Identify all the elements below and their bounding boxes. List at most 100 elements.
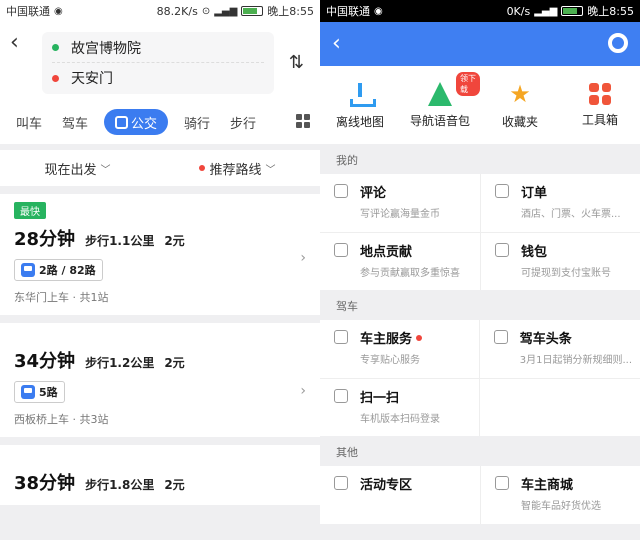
bus-line-tag: 5路 — [14, 381, 65, 403]
favorites-button[interactable]: ★ 收藏夹 — [480, 66, 560, 144]
battery-icon — [561, 6, 584, 16]
wallet-title: 钱包 — [521, 245, 548, 260]
route-card[interactable]: 38分钟 步行1.8公里 2元 — [0, 445, 320, 505]
boarding-stop: 东华门上车 — [14, 291, 69, 304]
filter-bar: 现在出发 ﹀ 推荐路线 ﹀ — [0, 150, 320, 186]
drive-section: 车主服务 专享贴心服务 驾车头条 3月1日起销分新规细则... 扫一扫 车机版本… — [320, 320, 640, 436]
origin-text: 故宫博物院 — [71, 40, 141, 57]
destination-dot-icon — [52, 74, 59, 82]
toolbox-icon — [589, 82, 611, 105]
comment-icon — [334, 184, 348, 198]
route-preference-filter[interactable]: 推荐路线 ﹀ — [199, 159, 276, 178]
car-mall-title: 车主商城 — [521, 478, 574, 493]
place-contribution-item[interactable]: 地点贡献 参与贡献赢取多重惊喜 — [320, 232, 480, 290]
route-duration: 28分钟 — [14, 229, 76, 250]
fare: 2元 — [164, 356, 185, 370]
mine-section: 评论 写评论赢海量金币 订单 酒店、门票、火车票... 地点贡献 参与贡献赢取多… — [320, 174, 640, 290]
bus-icon — [114, 115, 128, 129]
orders-item[interactable]: 订单 酒店、门票、火车票... — [480, 174, 640, 232]
walk-distance: 步行1.2公里 — [85, 356, 155, 370]
section-label-drive: 驾车 — [336, 300, 358, 313]
section-label-other: 其他 — [336, 446, 358, 459]
carrier-label: 中国联通 — [6, 5, 50, 18]
drive-news-title: 驾车头条 — [519, 332, 572, 347]
fastest-badge: 最快 — [14, 202, 46, 219]
toolbox-label: 工具箱 — [581, 112, 618, 127]
top-bar: ‹ — [320, 22, 640, 66]
profile-menu-screen: 中国联通 ◉ 0K/s ▂▄▆ 晚上8:55 ‹ 离线地图 领下载 导航语音包 … — [320, 0, 640, 540]
clock: 晚上8:55 — [587, 5, 634, 18]
gear-icon[interactable] — [608, 33, 628, 53]
orders-subtitle: 酒店、门票、火车票... — [521, 209, 621, 220]
wallet-icon — [495, 243, 509, 257]
tab-drive[interactable]: 驾车 — [52, 113, 98, 132]
status-bar: 中国联通 ◉ 88.2K/s ⊙ ▂▄▆ 晚上8:55 — [0, 0, 320, 22]
events-title: 活动专区 — [360, 478, 413, 493]
chevron-down-icon: ﹀ — [265, 164, 276, 176]
scan-title: 扫一扫 — [360, 391, 400, 406]
car-mall-item[interactable]: 车主商城 智能车品好货优选 — [480, 466, 640, 524]
drive-news-item[interactable]: 驾车头条 3月1日起销分新规细则... — [478, 320, 640, 378]
wallet-item[interactable]: 钱包 可提现到支付宝账号 — [480, 232, 640, 290]
route-card[interactable]: 34分钟 步行1.2公里 2元 5路 西板桥上车 · 共3站 › — [0, 323, 320, 437]
navigation-voice-icon — [428, 81, 452, 106]
more-modes-icon[interactable] — [296, 114, 310, 128]
chevron-down-icon: ﹀ — [100, 164, 111, 176]
section-label-mine: 我的 — [336, 154, 358, 167]
gift-icon — [334, 476, 348, 490]
status-bar: 中国联通 ◉ 0K/s ▂▄▆ 晚上8:55 — [320, 0, 640, 22]
bus-line-label: 2路 / 82路 — [39, 264, 96, 277]
review-title: 评论 — [360, 186, 387, 201]
indicator-dot — [199, 165, 206, 171]
download-icon — [347, 81, 376, 107]
events-item[interactable]: 活动专区 — [320, 466, 480, 524]
drive-news-subtitle: 3月1日起销分新规细则... — [519, 355, 632, 366]
new-indicator-dot — [416, 334, 423, 341]
origin-dot-icon — [52, 44, 59, 51]
transport-mode-tabs: 叫车 驾车 公交 骑行 步行 — [0, 100, 320, 144]
origin-field[interactable]: 故宫博物院 — [52, 33, 264, 63]
bus-icon — [21, 385, 35, 399]
tab-bus[interactable]: 公交 — [104, 109, 168, 135]
review-subtitle: 写评论赢海量金币 — [360, 209, 440, 220]
owner-service-title: 车主服务 — [360, 332, 413, 347]
signal-icon: ▂▄▆ — [534, 5, 558, 17]
swap-icon[interactable]: ⇅ — [289, 52, 304, 73]
car-mall-subtitle: 智能车品好货优选 — [521, 501, 601, 512]
empty-cell — [478, 378, 640, 436]
depart-time-label: 现在出发 — [44, 162, 97, 178]
route-planner-screen: 中国联通 ◉ 88.2K/s ⊙ ▂▄▆ 晚上8:55 ‹ 故宫博物院 天安门 … — [0, 0, 320, 540]
review-item[interactable]: 评论 写评论赢海量金币 — [320, 174, 480, 232]
bus-icon — [21, 263, 35, 277]
tab-walk[interactable]: 步行 — [220, 113, 266, 132]
offline-map-label: 离线地图 — [335, 114, 384, 129]
notification-icon: ◉ — [374, 5, 383, 17]
walk-distance: 步行1.8公里 — [85, 478, 155, 492]
chevron-right-icon: › — [300, 250, 306, 266]
route-card[interactable]: 最快 28分钟 步行1.1公里 2元 2路 / 82路 东华门上车 · 共1站 … — [0, 194, 320, 315]
star-icon: ★ — [509, 79, 531, 108]
voice-pack-button[interactable]: 领下载 导航语音包 — [400, 66, 480, 144]
network-speed: 88.2K/s — [156, 4, 198, 18]
car-icon — [334, 330, 348, 344]
owner-service-item[interactable]: 车主服务 专享贴心服务 — [320, 320, 479, 378]
station-count: 共3站 — [79, 413, 109, 426]
station-count: 共1站 — [79, 291, 109, 304]
route-duration: 34分钟 — [14, 351, 76, 372]
offline-map-button[interactable]: 离线地图 — [320, 66, 400, 144]
bus-line-label: 5路 — [39, 386, 58, 399]
tab-bike[interactable]: 骑行 — [174, 113, 220, 132]
back-arrow-icon[interactable]: ‹ — [10, 32, 32, 56]
quick-actions: 离线地图 领下载 导航语音包 ★ 收藏夹 工具箱 — [320, 66, 640, 144]
scan-item[interactable]: 扫一扫 车机版本扫码登录 — [320, 378, 479, 436]
depart-time-filter[interactable]: 现在出发 ﹀ — [44, 159, 110, 178]
tab-taxi[interactable]: 叫车 — [6, 113, 52, 132]
clock: 晚上8:55 — [267, 5, 314, 18]
voice-pack-badge: 领下载 — [456, 72, 480, 96]
place-contribution-subtitle: 参与贡献赢取多重惊喜 — [360, 268, 460, 279]
destination-field[interactable]: 天安门 — [52, 63, 264, 93]
back-arrow-icon[interactable]: ‹ — [332, 31, 341, 56]
toolbox-button[interactable]: 工具箱 — [560, 66, 640, 144]
destination-text: 天安门 — [71, 71, 113, 87]
walk-distance: 步行1.1公里 — [85, 234, 155, 248]
